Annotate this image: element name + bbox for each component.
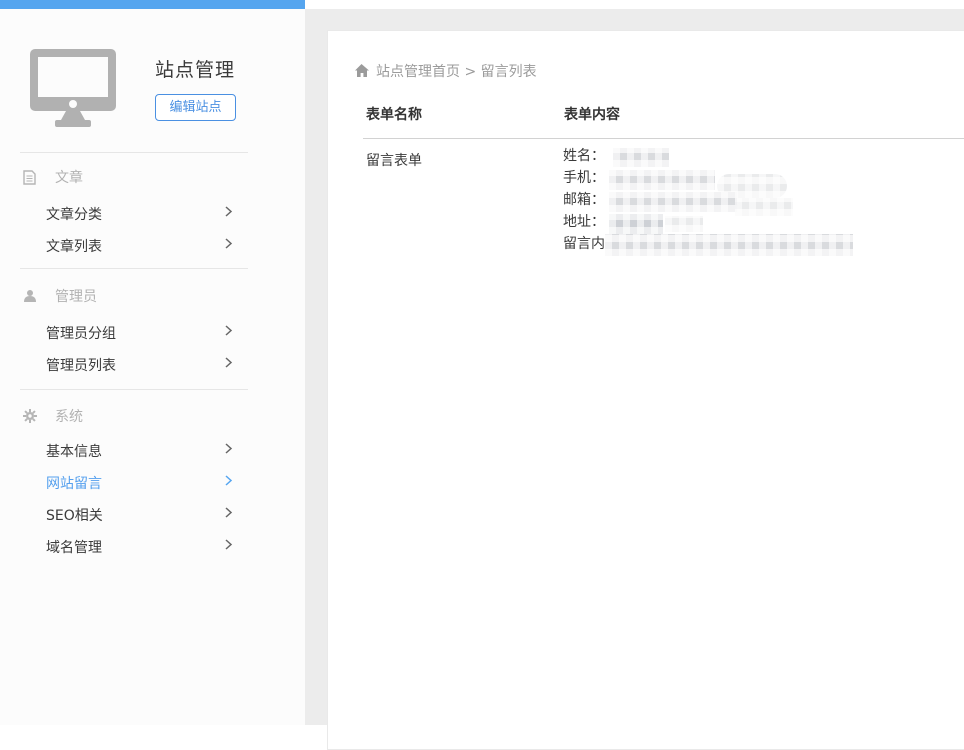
table-header-border — [363, 138, 964, 139]
chevron-right-icon[interactable] — [224, 442, 233, 455]
chevron-right-icon[interactable] — [224, 506, 233, 519]
sidebar-item-article-list[interactable]: 文章列表 — [46, 236, 102, 256]
gear-icon — [23, 409, 37, 423]
sidebar-item-article-category[interactable]: 文章分类 — [46, 204, 102, 224]
sidebar: 站点管理 编辑站点 文章 文章分类 文章列表 管理员 管理员分组 管理员列 — [0, 9, 305, 725]
chevron-right-icon[interactable] — [224, 237, 233, 250]
section-articles: 文章 — [23, 169, 83, 185]
sidebar-item-site-messages[interactable]: 网站留言 — [46, 473, 102, 493]
redaction-block — [613, 148, 669, 167]
redaction-block — [609, 214, 663, 234]
section-admins: 管理员 — [23, 288, 97, 304]
document-icon — [23, 170, 37, 185]
chevron-right-icon[interactable] — [224, 538, 233, 551]
section-label: 管理员 — [55, 286, 97, 306]
redaction-block — [735, 198, 793, 216]
table-header-form-content: 表单内容 — [564, 104, 620, 124]
content-card: 站点管理首页 > 留言列表 表单名称 表单内容 留言表单 姓名： 手机： 邮箱：… — [327, 30, 964, 750]
sidebar-item-admin-groups[interactable]: 管理员分组 — [46, 323, 116, 343]
divider — [20, 389, 248, 390]
redaction-block — [609, 192, 737, 212]
table-row-form-name: 留言表单 — [366, 150, 422, 170]
table-header-form-name: 表单名称 — [366, 104, 422, 124]
chevron-right-icon[interactable] — [224, 474, 233, 487]
redaction-block — [609, 170, 715, 190]
breadcrumb[interactable]: 站点管理首页 > 留言列表 — [354, 61, 537, 81]
section-system: 系统 — [23, 408, 83, 424]
site-title: 站点管理 — [155, 55, 235, 82]
chevron-right-icon[interactable] — [224, 324, 233, 337]
divider — [20, 152, 248, 153]
redaction-block — [605, 234, 853, 256]
section-label: 文章 — [55, 167, 83, 187]
home-icon — [354, 64, 369, 78]
edit-site-button[interactable]: 编辑站点 — [155, 94, 236, 121]
user-icon — [23, 289, 37, 303]
divider — [20, 268, 248, 269]
sidebar-item-domains[interactable]: 域名管理 — [46, 537, 102, 557]
chevron-right-icon[interactable] — [224, 205, 233, 218]
monitor-icon — [30, 49, 116, 131]
section-label: 系统 — [55, 406, 83, 426]
top-accent-bar — [0, 0, 305, 9]
sidebar-item-basic-info[interactable]: 基本信息 — [46, 441, 102, 461]
redaction-block — [665, 216, 703, 232]
breadcrumb-text: 站点管理首页 > 留言列表 — [376, 61, 537, 81]
sidebar-item-admin-list[interactable]: 管理员列表 — [46, 355, 116, 375]
sidebar-item-seo[interactable]: SEO相关 — [46, 505, 103, 525]
chevron-right-icon[interactable] — [224, 356, 233, 369]
